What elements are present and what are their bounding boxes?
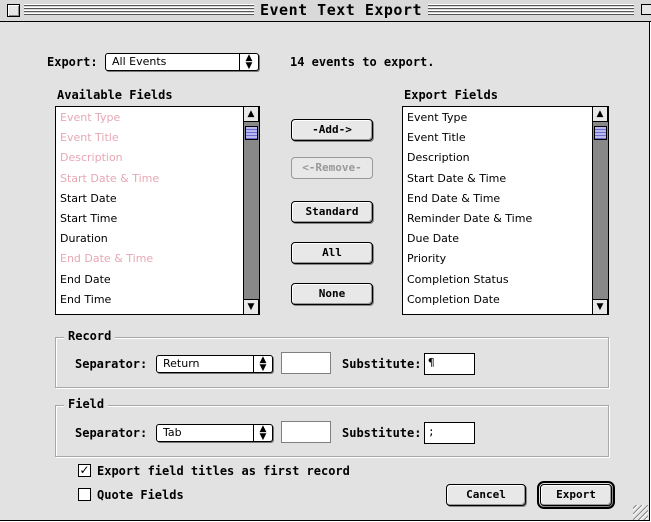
- export-label: Export:: [47, 55, 98, 69]
- quote-fields-checkbox[interactable]: [78, 488, 91, 501]
- export-field-item[interactable]: Start Date & Time: [407, 169, 506, 189]
- export-field-item[interactable]: Reminder Date & Time: [407, 209, 532, 229]
- field-separator-value: Tab: [163, 426, 182, 439]
- record-separator-custom-field[interactable]: [281, 352, 331, 374]
- export-titles-checkbox[interactable]: ✓: [78, 464, 91, 477]
- record-substitute-label: Substitute:: [342, 357, 422, 371]
- field-separator-popup[interactable]: Tab ▲ ▼: [156, 424, 273, 442]
- all-button[interactable]: All: [291, 242, 373, 264]
- available-field-item[interactable]: Description: [60, 148, 123, 168]
- available-scrollbar[interactable]: ▲ ▼: [243, 107, 259, 314]
- available-fields-header: Available Fields: [57, 88, 173, 102]
- export-field-item[interactable]: Priority: [407, 249, 446, 269]
- export-fields-header: Export Fields: [404, 88, 498, 102]
- export-dialog-window: Event Text Export Export: All Events ▲ ▼ …: [0, 0, 651, 521]
- export-field-item[interactable]: Event Type: [407, 108, 467, 128]
- available-field-item[interactable]: End Time: [60, 290, 111, 310]
- scroll-up-arrow-icon[interactable]: ▲: [592, 107, 608, 122]
- scroll-down-arrow-icon[interactable]: ▼: [592, 299, 608, 314]
- export-field-item[interactable]: Due Date: [407, 229, 459, 249]
- scroll-thumb[interactable]: [594, 126, 607, 140]
- available-field-item[interactable]: End Date: [60, 270, 111, 290]
- export-field-item[interactable]: Event Title: [407, 128, 466, 148]
- available-field-item[interactable]: Start Date & Time: [60, 169, 159, 189]
- record-separator-popup[interactable]: Return ▲ ▼: [156, 355, 273, 373]
- export-field-item[interactable]: Completion Status: [407, 270, 509, 290]
- standard-button[interactable]: Standard: [291, 201, 373, 223]
- remove-button[interactable]: <-Remove-: [291, 157, 373, 179]
- record-substitute-input[interactable]: ¶: [424, 353, 475, 375]
- window-title: Event Text Export: [254, 1, 429, 20]
- available-field-item[interactable]: Event Title: [60, 128, 119, 148]
- export-events-value: All Events: [112, 55, 167, 68]
- record-group-label: Record: [64, 329, 116, 343]
- export-titles-label[interactable]: Export field titles as first record: [97, 464, 350, 478]
- title-bar[interactable]: Event Text Export: [0, 0, 651, 22]
- available-field-item[interactable]: Duration: [60, 229, 108, 249]
- resize-grip-icon[interactable]: [633, 505, 648, 520]
- field-separator-label: Separator:: [75, 426, 148, 440]
- popup-arrows-icon: ▲ ▼: [239, 54, 258, 71]
- record-separator-label: Separator:: [75, 357, 148, 371]
- export-fields-list[interactable]: Event Type Event Title Description Start Da…: [402, 106, 609, 315]
- available-field-item[interactable]: Start Time: [60, 209, 117, 229]
- scroll-down-arrow-icon[interactable]: ▼: [243, 299, 259, 314]
- export-events-popup[interactable]: All Events ▲ ▼: [105, 53, 259, 71]
- popup-arrows-icon: ▲ ▼: [253, 425, 272, 442]
- scroll-up-arrow-icon[interactable]: ▲: [243, 107, 259, 122]
- export-field-item[interactable]: Description: [407, 148, 470, 168]
- available-field-item[interactable]: Event Type: [60, 108, 120, 128]
- available-fields-list[interactable]: Event Type Event Title Description Start Da…: [55, 106, 260, 315]
- close-box[interactable]: [7, 4, 20, 17]
- cancel-button[interactable]: Cancel: [446, 484, 526, 506]
- available-field-item[interactable]: End Date & Time: [60, 249, 153, 269]
- field-substitute-label: Substitute:: [342, 426, 422, 440]
- field-substitute-input[interactable]: ;: [424, 422, 475, 444]
- add-button[interactable]: -Add->: [291, 119, 373, 141]
- collapse-box[interactable]: [641, 4, 651, 15]
- export-scrollbar[interactable]: ▲ ▼: [592, 107, 608, 314]
- none-button[interactable]: None: [291, 283, 373, 305]
- popup-arrows-icon: ▲ ▼: [253, 356, 272, 373]
- events-count-text: 14 events to export.: [290, 55, 435, 69]
- scroll-thumb[interactable]: [245, 126, 258, 140]
- record-separator-value: Return: [163, 357, 200, 370]
- export-field-item[interactable]: Completion Date: [407, 290, 500, 310]
- field-group-label: Field: [64, 397, 109, 411]
- export-field-item[interactable]: End Date & Time: [407, 189, 500, 209]
- available-field-item[interactable]: Start Date: [60, 189, 117, 209]
- quote-fields-label[interactable]: Quote Fields: [97, 488, 184, 502]
- field-separator-custom-field[interactable]: [281, 421, 331, 443]
- export-button[interactable]: Export: [537, 481, 615, 509]
- checkmark-icon: ✓: [79, 463, 90, 477]
